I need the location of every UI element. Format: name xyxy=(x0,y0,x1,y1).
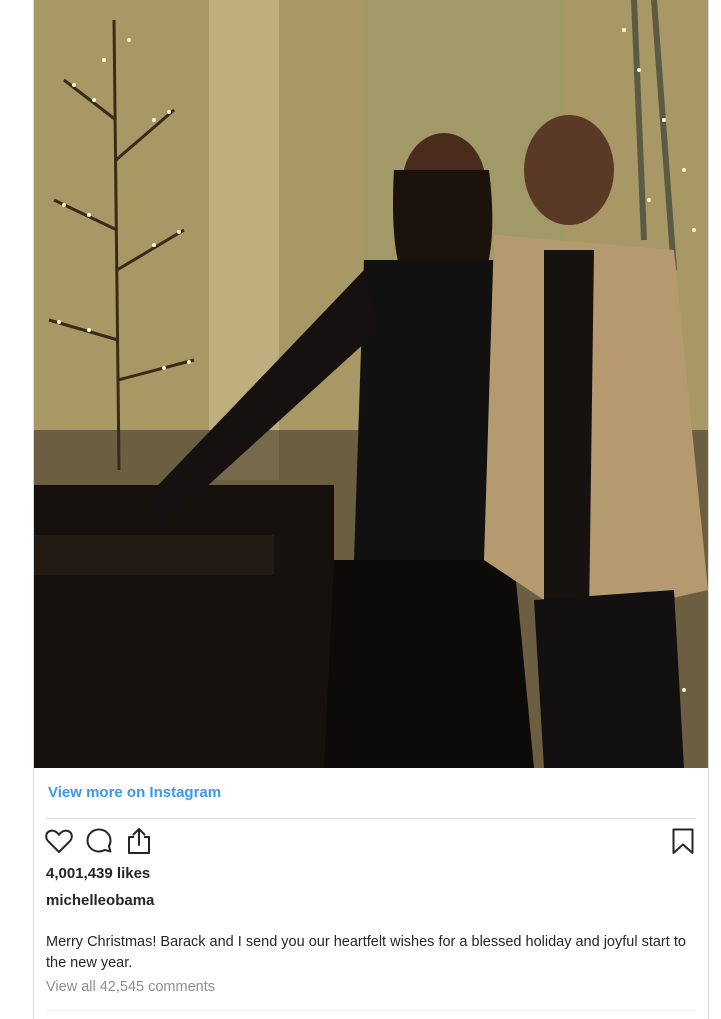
bookmark-icon xyxy=(672,828,694,854)
comment-bubble-icon xyxy=(86,828,112,853)
post-username[interactable]: michelleobama xyxy=(46,892,154,909)
photo-illustration xyxy=(34,0,708,768)
like-button[interactable] xyxy=(44,826,74,856)
share-button[interactable] xyxy=(124,826,154,856)
instagram-embed-card: View more on Instagram 4,001,439 likes m… xyxy=(33,0,709,1019)
view-more-on-instagram-link[interactable]: View more on Instagram xyxy=(48,784,221,801)
post-caption: Merry Christmas! Barack and I send you o… xyxy=(46,934,686,971)
divider xyxy=(46,818,696,819)
share-upload-icon xyxy=(128,828,150,854)
save-bookmark-button[interactable] xyxy=(668,826,698,856)
likes-count: 4,001,439 likes xyxy=(46,865,151,882)
heart-icon xyxy=(45,829,73,853)
comment-button[interactable] xyxy=(84,826,114,856)
bottom-divider xyxy=(46,1010,696,1011)
view-all-comments-link[interactable]: View all 42,545 comments xyxy=(46,979,215,995)
post-photo[interactable] xyxy=(34,0,708,768)
